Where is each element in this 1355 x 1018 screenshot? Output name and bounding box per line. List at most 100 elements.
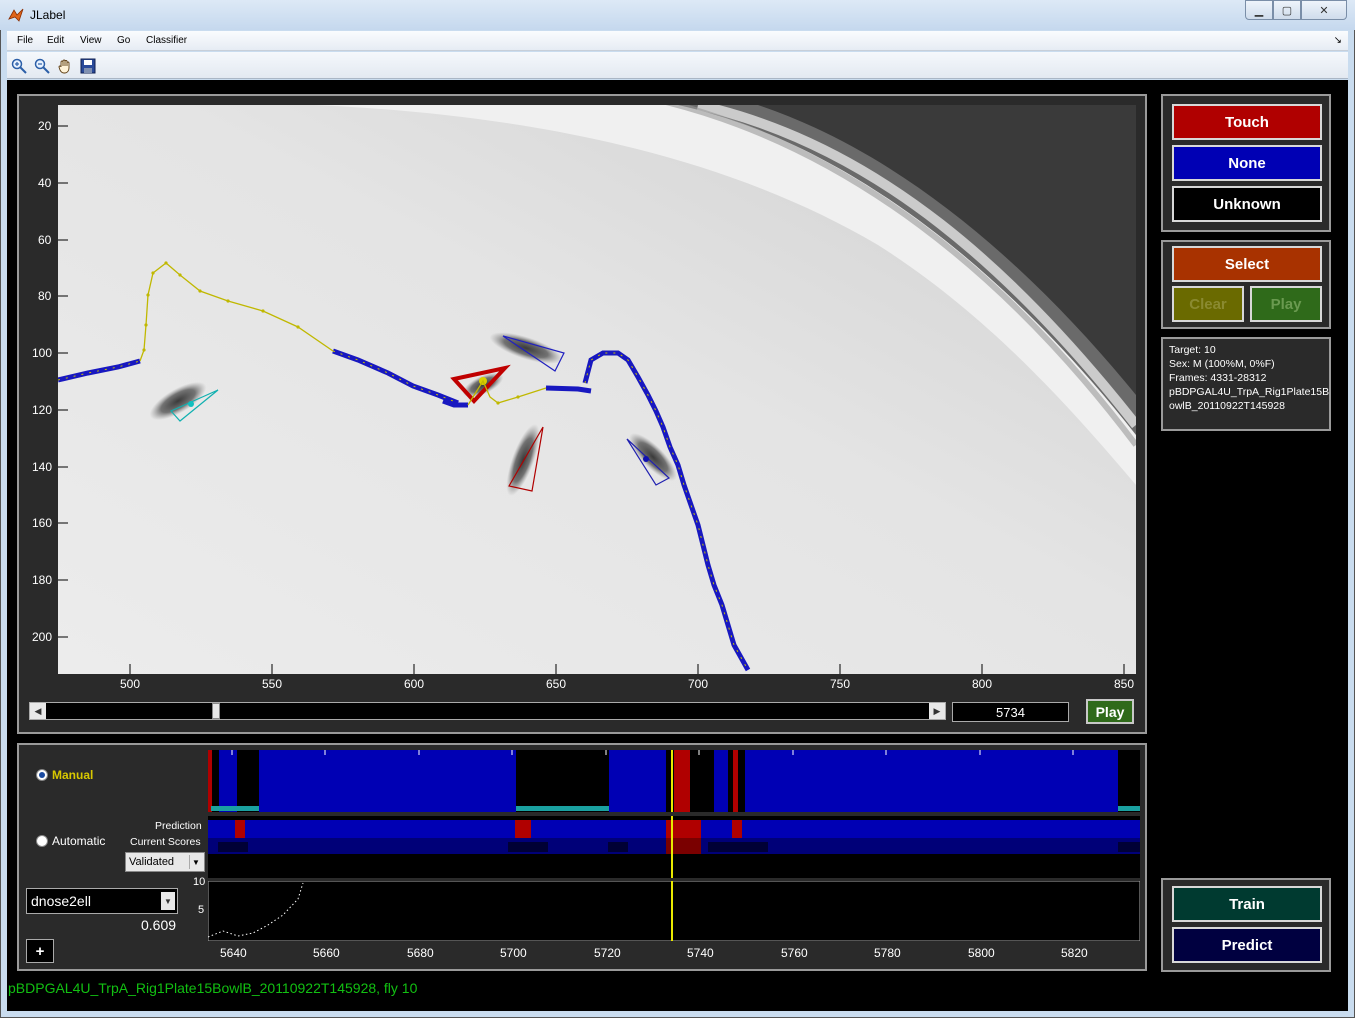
- unknown-label: Unknown: [1213, 195, 1281, 213]
- add-timeline-button[interactable]: +: [26, 939, 54, 963]
- slider-left-arrow[interactable]: ◀: [30, 703, 46, 719]
- minimize-icon: ▁: [1254, 4, 1264, 17]
- maximize-button[interactable]: ▢: [1273, 0, 1301, 20]
- video-panel: 20 40 60 80 100 120 140 160 180 200 500 …: [17, 94, 1147, 734]
- automatic-label: Automatic: [52, 834, 106, 848]
- y-tick-label: 80: [38, 289, 52, 303]
- train-button[interactable]: Train: [1172, 886, 1322, 922]
- predict-label: Predict: [1221, 936, 1273, 954]
- feature-plot[interactable]: [208, 881, 1140, 941]
- slider-right-arrow[interactable]: ▶: [929, 703, 945, 719]
- timeline-x-tick: 5680: [407, 946, 434, 960]
- matlab-icon: [8, 8, 24, 22]
- trajectory-none: [545, 385, 592, 394]
- touch-label: Touch: [1225, 113, 1269, 131]
- timeline-x-tick: 5700: [500, 946, 527, 960]
- title-bar[interactable]: JLabel ▁ ▢ ✕: [0, 0, 1355, 30]
- predict-button[interactable]: Predict: [1172, 927, 1322, 963]
- timeline-x-tick: 5780: [874, 946, 901, 960]
- train-label: Train: [1229, 895, 1265, 913]
- menu-classifier[interactable]: Classifier: [146, 35, 187, 46]
- none-label: None: [1228, 154, 1266, 172]
- toolbar: [7, 52, 1348, 79]
- frame-number-field[interactable]: 5734: [952, 702, 1069, 722]
- save-icon[interactable]: [79, 57, 97, 75]
- prediction-label: Prediction: [155, 820, 202, 832]
- validated-select[interactable]: Validated ▼: [125, 852, 205, 872]
- window-title: JLabel: [30, 8, 66, 22]
- close-button[interactable]: ✕: [1301, 0, 1347, 20]
- select-play-label: Play: [1270, 295, 1302, 313]
- pan-hand-icon[interactable]: [56, 57, 74, 75]
- automatic-radio[interactable]: [36, 835, 48, 847]
- select-play-button[interactable]: Play: [1250, 286, 1322, 322]
- x-tick-label: 650: [546, 677, 567, 691]
- x-tick-label: 800: [972, 677, 993, 691]
- slider-thumb[interactable]: [212, 703, 221, 719]
- minimize-button[interactable]: ▁: [1245, 0, 1273, 20]
- maximize-icon: ▢: [1281, 4, 1293, 17]
- menu-view[interactable]: View: [80, 35, 102, 46]
- y-tick-label: 160: [32, 516, 53, 530]
- info-experiment: pBDPGAL4U_TrpA_Rig1Plate15B: [1169, 386, 1330, 398]
- feature-y-tick: 10: [193, 876, 206, 888]
- y-tick-label: 180: [32, 573, 53, 587]
- x-tick-label: 600: [404, 677, 425, 691]
- x-tick-label: 850: [1114, 677, 1135, 691]
- x-tick-label: 550: [262, 677, 283, 691]
- timeline-x-tick: 5740: [687, 946, 714, 960]
- fly-center: [643, 456, 649, 462]
- train-panel: Train Predict: [1161, 878, 1331, 972]
- menu-go[interactable]: Go: [117, 35, 130, 46]
- clear-button[interactable]: Clear: [1172, 286, 1244, 322]
- select-panel: Select Clear Play: [1161, 240, 1331, 329]
- video-play-label: Play: [1095, 703, 1125, 720]
- fly-center: [188, 401, 194, 407]
- video-play-button[interactable]: Play: [1086, 699, 1134, 724]
- info-experiment-cont: owlB_20110922T145928: [1169, 400, 1285, 412]
- timeline-x-tick: 5820: [1061, 946, 1088, 960]
- zoom-in-icon[interactable]: [10, 57, 28, 75]
- frame-slider[interactable]: ◀ ▶: [29, 702, 946, 720]
- unknown-button[interactable]: Unknown: [1172, 186, 1322, 222]
- x-tick-label: 700: [688, 677, 709, 691]
- y-tick-label: 140: [32, 460, 53, 474]
- timeline-x-tick: 5720: [594, 946, 621, 960]
- timeline-x-tick: 5660: [313, 946, 340, 960]
- chevron-down-icon: ▼: [161, 892, 175, 910]
- menu-edit[interactable]: Edit: [47, 35, 64, 46]
- timeline-x-tick: 5640: [220, 946, 247, 960]
- feature-value: 0.609: [141, 917, 177, 933]
- feature-select[interactable]: dnose2ell ▼: [26, 888, 178, 914]
- label-panel: Touch None Unknown: [1161, 94, 1331, 232]
- touch-button[interactable]: Touch: [1172, 104, 1322, 140]
- timeline-panel: Manual Automatic Prediction Current Scor…: [17, 743, 1147, 971]
- y-tick-label: 120: [32, 403, 53, 417]
- status-text: pBDPGAL4U_TrpA_Rig1Plate15BowlB_20110922…: [8, 980, 418, 996]
- label-timeline[interactable]: [208, 750, 1140, 812]
- none-button[interactable]: None: [1172, 145, 1322, 181]
- validated-value: Validated: [129, 856, 175, 868]
- clear-label: Clear: [1189, 295, 1227, 313]
- manual-label: Manual: [52, 768, 94, 782]
- feature-y-tick: 5: [198, 904, 205, 916]
- feature-select-value: dnose2ell: [31, 893, 91, 909]
- menu-bar: File Edit View Go Classifier ↘: [7, 31, 1348, 51]
- timeline-x-tick: 5760: [781, 946, 808, 960]
- menu-file[interactable]: File: [17, 35, 33, 46]
- select-button[interactable]: Select: [1172, 246, 1322, 282]
- close-icon: ✕: [1319, 4, 1329, 17]
- info-frames: Frames: 4331-28312: [1169, 372, 1267, 384]
- manual-radio[interactable]: [36, 769, 48, 781]
- prediction-timeline[interactable]: [208, 816, 1140, 878]
- frame-number: 5734: [996, 704, 1025, 720]
- video-axes[interactable]: [58, 105, 1136, 674]
- zoom-out-icon[interactable]: [33, 57, 51, 75]
- current-scores-label: Current Scores: [130, 836, 201, 848]
- menu-overflow-icon[interactable]: ↘: [1334, 35, 1342, 46]
- chevron-down-icon: ▼: [189, 855, 202, 869]
- y-tick-label: 60: [38, 233, 52, 247]
- y-tick-label: 200: [32, 630, 53, 644]
- info-panel: Target: 10 Sex: M (100%M, 0%F) Frames: 4…: [1161, 337, 1331, 431]
- timeline-x-tick: 5800: [968, 946, 995, 960]
